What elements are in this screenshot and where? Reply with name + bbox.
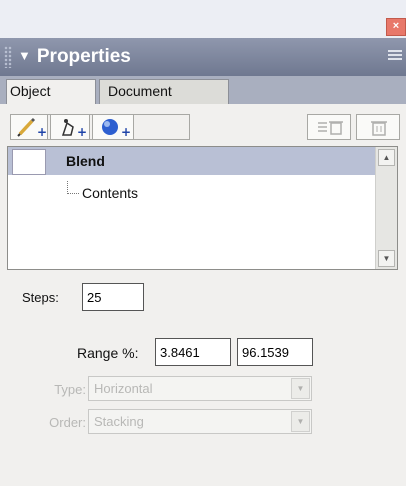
order-select-value: Stacking: [94, 414, 144, 429]
add-effect-button[interactable]: +: [92, 114, 134, 140]
toolbar: + + +: [0, 104, 406, 146]
range-label: Range %:: [77, 345, 139, 361]
add-stroke-button[interactable]: +: [10, 114, 48, 140]
vertical-scrollbar[interactable]: ▲ ▼: [375, 147, 397, 269]
type-label: Type:: [54, 382, 86, 397]
layer-thumbnail: [12, 149, 46, 175]
svg-text:+: +: [121, 125, 131, 139]
chevron-down-icon[interactable]: ▼: [291, 411, 310, 432]
drag-grip-icon[interactable]: [4, 46, 12, 68]
trash-icon: [318, 121, 343, 135]
steps-label: Steps:: [22, 290, 59, 305]
trash-button[interactable]: [307, 114, 351, 140]
svg-text:+: +: [37, 125, 47, 139]
panel-title: ▼ Properties: [18, 46, 131, 68]
svg-text:+: +: [77, 125, 87, 139]
paint-drop-add-icon: +: [61, 119, 87, 139]
type-select[interactable]: Horizontal ▼: [88, 376, 312, 401]
pencil-add-icon: +: [17, 117, 47, 139]
layer-row-contents[interactable]: Contents: [82, 185, 138, 201]
scroll-up-button[interactable]: ▲: [378, 149, 395, 166]
scroll-down-button[interactable]: ▼: [378, 250, 395, 267]
panel-menu-icon[interactable]: [388, 50, 402, 62]
window-top-band: ×: [0, 0, 406, 39]
layer-list: Blend Contents ▲ ▼: [7, 146, 398, 270]
collapse-arrow-icon[interactable]: ▼: [18, 48, 31, 63]
range-min-input[interactable]: [155, 338, 231, 366]
panel-title-text: Properties: [36, 46, 131, 67]
tab-strip: Object Document: [0, 76, 406, 104]
order-select[interactable]: Stacking ▼: [88, 409, 312, 434]
range-max-input[interactable]: [237, 338, 313, 366]
order-label: Order:: [49, 415, 86, 430]
tab-document[interactable]: Document: [99, 79, 229, 104]
delete-button[interactable]: [356, 114, 400, 140]
tree-connector: [67, 181, 79, 194]
chevron-down-icon[interactable]: ▼: [291, 378, 310, 399]
sphere-add-icon: +: [102, 119, 131, 139]
panel-titlebar[interactable]: ▼ Properties: [0, 38, 406, 76]
layer-row-blend[interactable]: Blend: [8, 147, 376, 175]
close-button[interactable]: ×: [386, 18, 406, 36]
steps-input[interactable]: [82, 283, 144, 311]
tab-object[interactable]: Object: [6, 79, 96, 104]
add-fill-button[interactable]: +: [50, 114, 90, 140]
layer-label: Blend: [66, 153, 105, 169]
type-select-value: Horizontal: [94, 381, 153, 396]
delete-icon: [371, 121, 387, 136]
